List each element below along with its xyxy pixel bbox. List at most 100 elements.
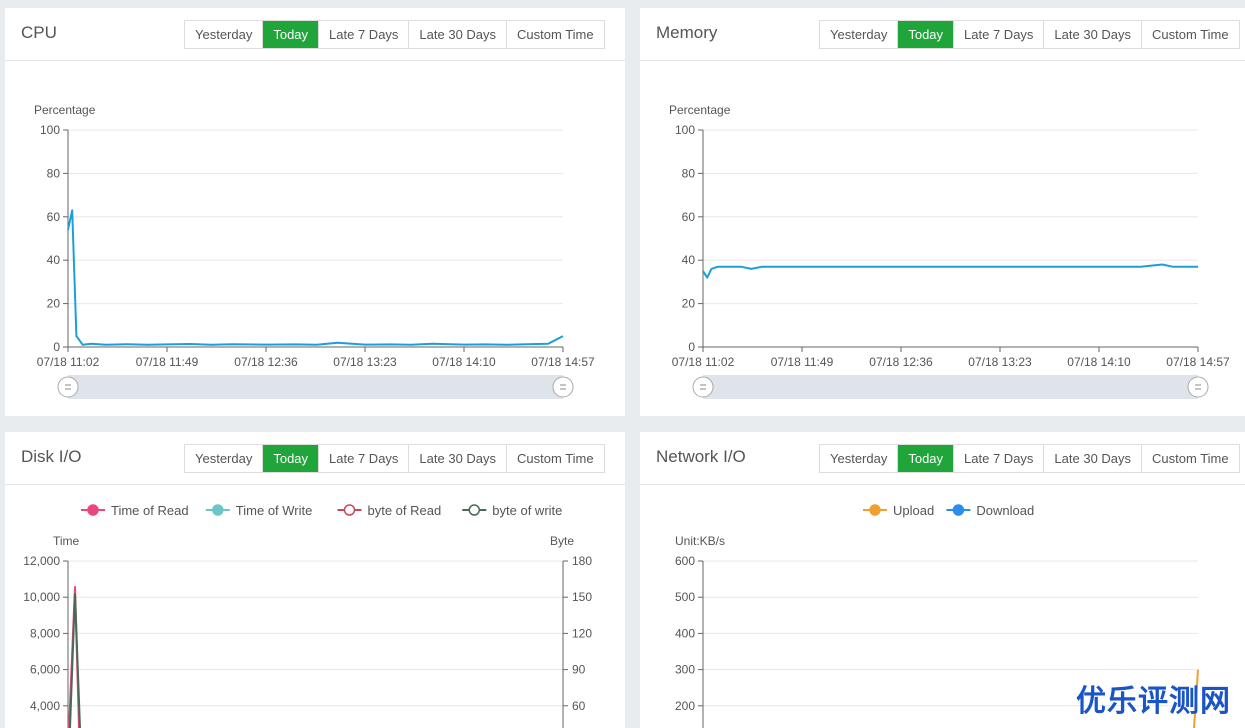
y-tick-label: 100 [675,123,695,137]
legend-marker-icon [869,504,881,516]
yesterday-button[interactable]: Yesterday [820,21,899,48]
late-7-days-button[interactable]: Late 7 Days [954,21,1045,48]
zoom-slider-track [703,375,1198,399]
disk-io-panel-header: Disk I/O Yesterday Today Late 7 Days Lat… [5,432,625,485]
today-button[interactable]: Today [898,21,955,48]
range-button-group: Yesterday Today Late 7 Days Late 30 Days… [184,20,605,49]
y-tick-label-left: 10,000 [23,590,60,604]
y-tick-label: 60 [47,210,61,224]
y-tick-label: 40 [682,253,696,267]
custom-time-button[interactable]: Custom Time [507,21,604,48]
panel-title: CPU [21,23,57,42]
late-7-days-button[interactable]: Late 7 Days [319,21,410,48]
legend-marker-icon [212,504,224,516]
memory-panel-header: Memory Yesterday Today Late 7 Days Late … [640,8,1245,61]
late-7-days-button[interactable]: Late 7 Days [319,445,410,472]
yesterday-button[interactable]: Yesterday [820,445,899,472]
x-tick-label: 07/18 14:57 [531,355,595,369]
memory-panel: Memory Yesterday Today Late 7 Days Late … [640,8,1245,416]
legend-label: Time of Read [111,503,189,518]
y-tick-label: 500 [675,590,695,604]
legend-marker-icon [952,504,965,516]
y-tick-label-right: 150 [572,590,592,604]
x-tick-label: 07/18 14:57 [1166,355,1230,369]
series-line-byte-of-write [69,593,81,728]
cpu-panel: CPU Yesterday Today Late 7 Days Late 30 … [5,8,625,416]
y-tick-label: 0 [688,340,695,354]
series-line [67,209,564,346]
x-tick-label: 07/18 11:49 [136,355,199,369]
x-tick-label: 07/18 11:02 [37,355,100,369]
watermark: 优乐评测网 [1076,685,1231,718]
x-tick-label: 07/18 12:36 [869,355,933,369]
late-30-days-button[interactable]: Late 30 Days [1044,21,1143,48]
legend-label: Upload [893,503,934,518]
legend-marker-icon [87,504,99,516]
y-tick-label-right: 90 [572,663,586,677]
legend-label: Download [976,503,1034,518]
handle-icon [692,376,714,398]
y-tick-label-left: 4,000 [30,699,60,713]
range-button-group: Yesterday Today Late 7 Days Late 30 Days… [819,20,1240,49]
range-button-group: Yesterday Today Late 7 Days Late 30 Days… [184,444,605,473]
x-tick-label: 07/18 11:49 [771,355,834,369]
custom-time-button[interactable]: Custom Time [1142,445,1239,472]
y-tick-label-right: 180 [572,554,592,568]
handle-icon [1187,376,1209,398]
handle-icon [552,376,574,398]
late-30-days-button[interactable]: Late 30 Days [409,21,508,48]
late-7-days-button[interactable]: Late 7 Days [954,445,1045,472]
custom-time-button[interactable]: Custom Time [1142,21,1239,48]
y-tick-label: 20 [682,297,696,311]
y-axis-label: Percentage [34,103,96,117]
zoom-handle-left[interactable] [57,376,79,398]
x-tick-label: 07/18 13:23 [333,355,397,369]
disk-io-chart: Time of Read Time of Write byte of Read byt… [23,503,592,728]
y-tick-label: 600 [675,554,695,568]
today-button[interactable]: Today [263,21,320,48]
legend-label: byte of Read [368,503,442,518]
x-tick-label: 07/18 13:23 [968,355,1032,369]
zoom-handle-right[interactable] [552,376,574,398]
y-tick-label: 300 [675,663,695,677]
late-30-days-button[interactable]: Late 30 Days [1044,445,1143,472]
y-axis-label-left: Time [53,534,80,548]
y-tick-label: 40 [47,253,61,267]
yesterday-button[interactable]: Yesterday [185,21,264,48]
handle-icon [57,376,79,398]
memory-chart: Percentage 0 20 40 60 80 100 07/18 11:02 07/18 1… [669,103,1230,399]
x-tick-label: 07/18 11:02 [672,355,735,369]
range-button-group: Yesterday Today Late 7 Days Late 30 Days… [819,444,1240,473]
panel-title: Memory [656,23,718,42]
x-tick-label: 07/18 14:10 [1067,355,1131,369]
x-tick-label: 07/18 14:10 [432,355,496,369]
custom-time-button[interactable]: Custom Time [507,445,604,472]
y-axis-label: Unit:KB/s [675,534,725,548]
y-tick-label: 0 [53,340,60,354]
today-button[interactable]: Today [898,445,955,472]
panel-title: Disk I/O [21,447,82,466]
y-tick-label-left: 12,000 [23,554,60,568]
legend-label: Time of Write [236,503,313,518]
y-tick-label: 400 [675,626,695,640]
today-button[interactable]: Today [263,445,320,472]
series-line [702,263,1198,279]
panel-title: Network I/O [656,447,746,466]
legend-marker-icon [468,504,481,516]
y-tick-label-right: 60 [572,699,586,713]
y-tick-label-left: 8,000 [30,626,60,640]
y-axis-label-right: Byte [550,534,574,548]
zoom-handle-left[interactable] [692,376,714,398]
yesterday-button[interactable]: Yesterday [185,445,264,472]
y-tick-label: 20 [47,297,61,311]
zoom-handle-right[interactable] [1187,376,1209,398]
y-axis-label: Percentage [669,103,731,117]
legend-marker-icon [343,504,356,516]
y-tick-label: 100 [40,123,60,137]
late-30-days-button[interactable]: Late 30 Days [409,445,508,472]
cpu-panel-header: CPU Yesterday Today Late 7 Days Late 30 … [5,8,625,61]
disk-io-panel: Disk I/O Yesterday Today Late 7 Days Lat… [5,432,625,728]
cpu-chart: Percentage 0 20 40 60 80 100 07/18 11:02 07/18 1… [34,103,595,399]
x-tick-label: 07/18 12:36 [234,355,298,369]
zoom-slider-track [68,375,563,399]
